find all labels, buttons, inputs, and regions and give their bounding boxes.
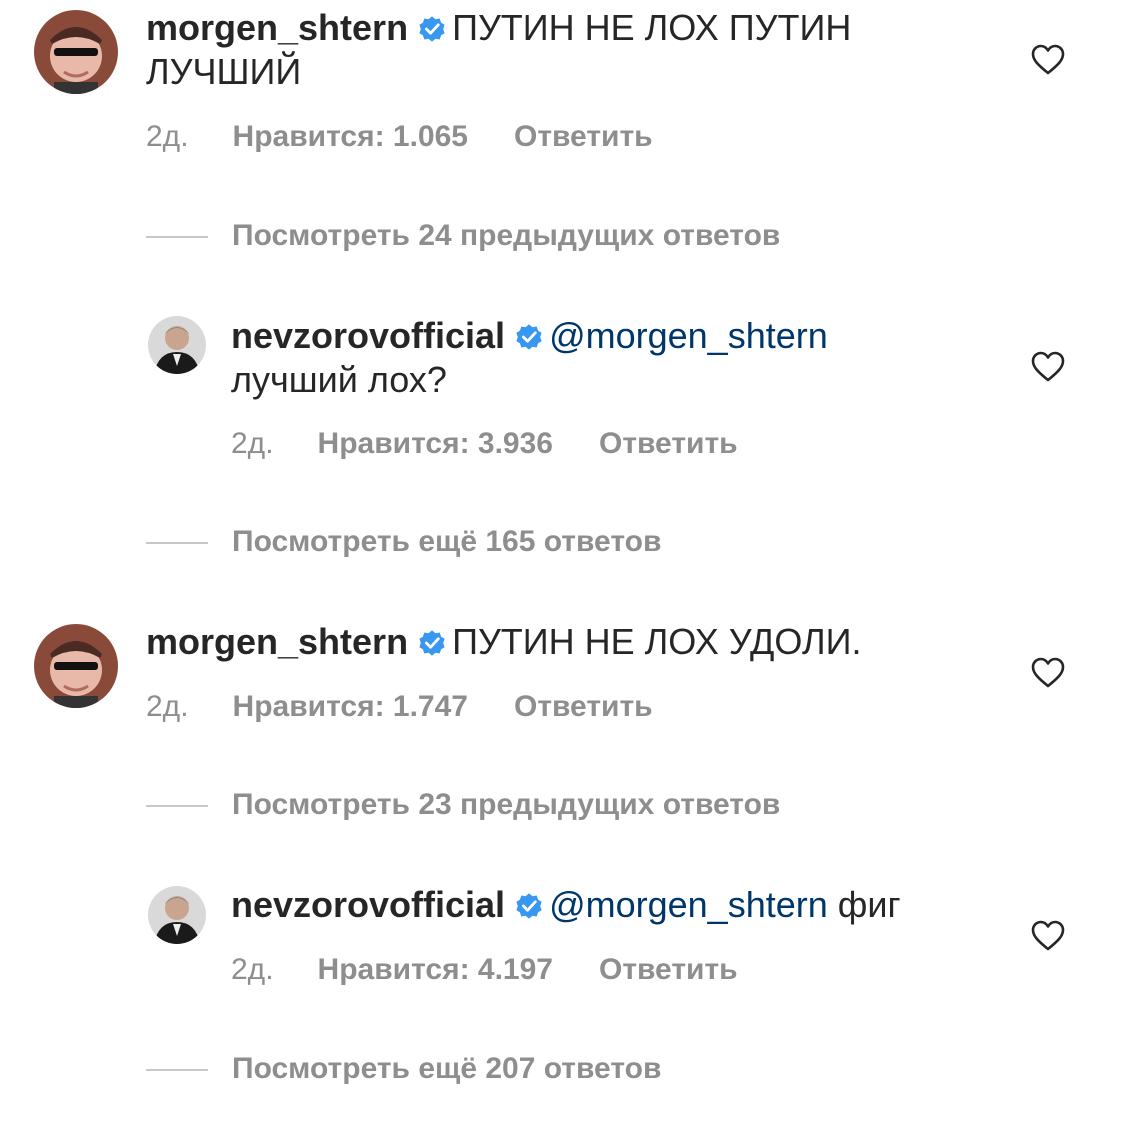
view-replies-label: Посмотреть ещё 207 ответов (232, 1052, 662, 1085)
comment-username[interactable]: nevzorovofficial (231, 315, 505, 356)
verified-badge-icon (516, 893, 542, 919)
comment-body: ПУТИН НЕ ЛОХ УДОЛИ. (452, 621, 862, 662)
avatar-morgen-shtern[interactable] (34, 10, 118, 94)
divider-line (146, 236, 208, 239)
avatar-nevzorovofficial[interactable] (148, 316, 206, 374)
comment-username[interactable]: morgen_shtern (146, 621, 408, 662)
comment-text-line2: лучший лох? (231, 359, 447, 400)
comment-time: 2д. (231, 953, 274, 986)
divider-line (146, 542, 208, 545)
mention-link[interactable]: @morgen_shtern (549, 315, 828, 356)
heart-icon[interactable] (1031, 657, 1065, 689)
view-replies-label: Посмотреть ещё 165 ответов (232, 525, 662, 558)
verified-badge-icon (419, 16, 445, 42)
comment-text: nevzorovofficial @morgen_shtern (231, 314, 828, 358)
comment-username[interactable]: nevzorovofficial (231, 884, 505, 925)
comment-body: ПУТИН НЕ ЛОХ ПУТИН (452, 7, 852, 48)
comment-meta: 2д. Нравится: 3.936 Ответить (231, 426, 738, 462)
comment-text: morgen_shtern ПУТИН НЕ ЛОХ УДОЛИ. (146, 620, 861, 664)
comment-meta: 2д. Нравится: 1.747 Ответить (146, 689, 653, 725)
comment-likes[interactable]: Нравится: 4.197 (318, 952, 553, 988)
avatar-nevzorovofficial[interactable] (148, 886, 206, 944)
comment-likes[interactable]: Нравится: 3.936 (318, 426, 553, 462)
reply-button[interactable]: Ответить (599, 426, 738, 462)
comment-text: nevzorovofficial @morgen_shtern фиг (231, 883, 901, 927)
comment-text-line2: ЛУЧШИЙ (146, 51, 302, 92)
comment-likes[interactable]: Нравится: 1.747 (233, 689, 468, 725)
comment-likes[interactable]: Нравится: 1.065 (233, 119, 468, 155)
verified-badge-icon (516, 324, 542, 350)
view-replies-button[interactable]: Посмотреть 23 предыдущих ответов (146, 787, 780, 823)
reply-button[interactable]: Ответить (599, 952, 738, 988)
view-replies-button[interactable]: Посмотреть ещё 165 ответов (146, 524, 661, 560)
divider-line (146, 1069, 208, 1072)
comment-time: 2д. (231, 427, 274, 460)
comment-body: фиг (837, 884, 901, 925)
heart-icon[interactable] (1031, 920, 1065, 952)
comment-username[interactable]: morgen_shtern (146, 7, 408, 48)
heart-icon[interactable] (1031, 351, 1065, 383)
divider-line (146, 805, 208, 808)
comment-time: 2д. (146, 690, 189, 723)
view-replies-label: Посмотреть 23 предыдущих ответов (232, 788, 781, 821)
reply-button[interactable]: Ответить (514, 119, 653, 155)
reply-button[interactable]: Ответить (514, 689, 653, 725)
mention-link[interactable]: @morgen_shtern (549, 884, 828, 925)
comment-text: morgen_shtern ПУТИН НЕ ЛОХ ПУТИН (146, 6, 851, 50)
view-replies-button[interactable]: Посмотреть 24 предыдущих ответов (146, 218, 780, 254)
heart-icon[interactable] (1031, 44, 1065, 76)
comment-meta: 2д. Нравится: 1.065 Ответить (146, 119, 653, 155)
comment-time: 2д. (146, 120, 189, 153)
verified-badge-icon (419, 630, 445, 656)
avatar-morgen-shtern[interactable] (34, 624, 118, 708)
comment-meta: 2д. Нравится: 4.197 Ответить (231, 952, 738, 988)
view-replies-button[interactable]: Посмотреть ещё 207 ответов (146, 1051, 661, 1087)
view-replies-label: Посмотреть 24 предыдущих ответов (232, 219, 781, 252)
